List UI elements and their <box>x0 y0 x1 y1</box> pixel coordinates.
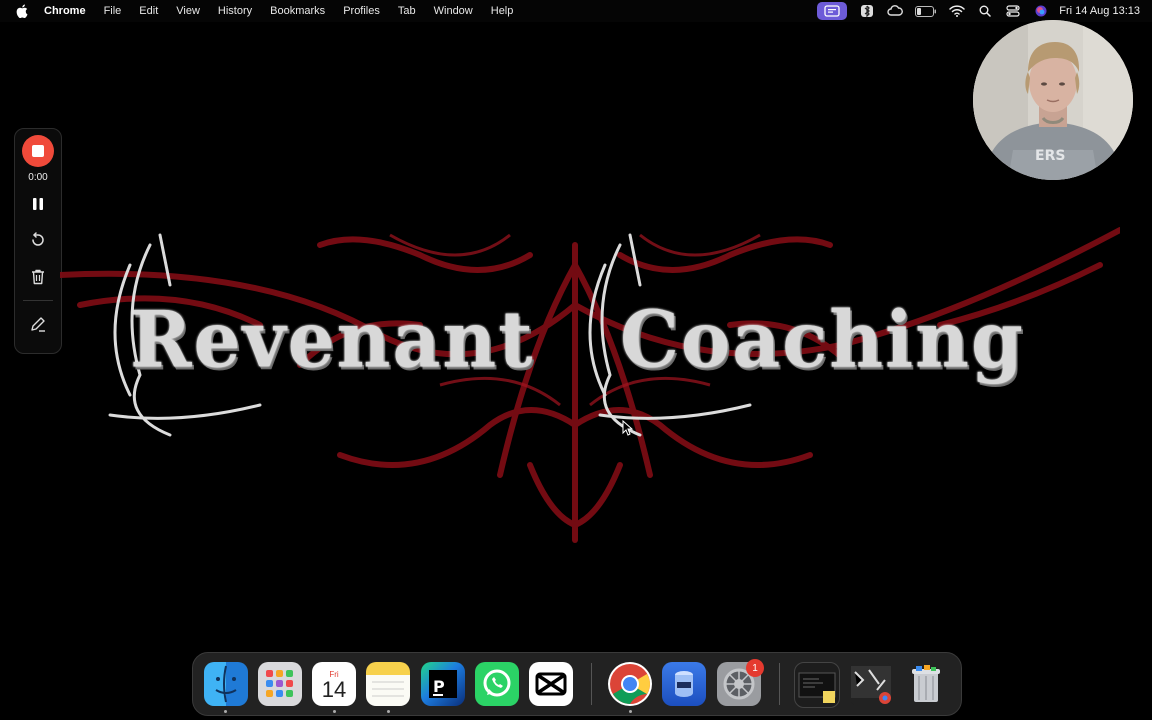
apple-menu-icon[interactable] <box>14 3 30 19</box>
whatsapp-icon[interactable] <box>475 662 519 706</box>
calendar-date: 14 <box>321 677 347 702</box>
menu-edit[interactable]: Edit <box>139 5 158 17</box>
screen-recorder-panel: 0:00 <box>14 128 62 354</box>
control-center-icon[interactable] <box>1005 3 1021 19</box>
logo-word-revenant: Revenant <box>130 294 535 386</box>
battery-icon[interactable] <box>915 3 937 19</box>
finder-running-dot <box>224 710 227 713</box>
menu-help[interactable]: Help <box>491 5 514 17</box>
notes-icon[interactable] <box>366 662 410 706</box>
trash-icon[interactable] <box>28 267 48 287</box>
launchpad-icon[interactable] <box>258 662 302 706</box>
screen-record-icon[interactable] <box>817 2 848 20</box>
capcut-icon[interactable] <box>529 662 573 706</box>
svg-text:ERS: ERS <box>1035 148 1065 164</box>
creative-cloud-icon[interactable] <box>887 3 904 19</box>
calendar-icon[interactable]: Fri 14 <box>312 662 356 706</box>
menu-profiles[interactable]: Profiles <box>343 5 380 17</box>
restart-icon[interactable] <box>28 230 48 250</box>
dock-divider <box>591 663 592 705</box>
recent-window-1-thumbnail[interactable] <box>794 662 840 708</box>
logo-word-coaching: Coaching <box>620 294 1025 386</box>
menu-history[interactable]: History <box>218 5 252 17</box>
pen-icon[interactable] <box>28 314 48 334</box>
webcam-person-image: ERS <box>973 20 1133 180</box>
recent-window-2-thumbnail[interactable] <box>849 662 893 706</box>
dock: Fri 14 P 1 <box>192 652 962 716</box>
bluetooth-icon[interactable] <box>859 3 875 19</box>
menu-bookmarks[interactable]: Bookmarks <box>270 5 325 17</box>
menu-bar: Chrome File Edit View History Bookmarks … <box>0 0 1152 22</box>
siri-icon[interactable] <box>1033 3 1049 19</box>
recording-timer: 0:00 <box>28 172 48 183</box>
dock-divider <box>779 663 780 705</box>
wifi-icon[interactable] <box>949 3 966 19</box>
status-area: Fri 14 Aug 13:13 <box>817 0 1152 22</box>
svg-text:P: P <box>433 677 445 696</box>
menu-view[interactable]: View <box>176 5 200 17</box>
system-settings-icon[interactable]: 1 <box>717 659 764 706</box>
chrome-running-dot <box>629 710 632 713</box>
notification-badge: 1 <box>746 659 764 677</box>
pause-icon[interactable] <box>28 194 48 214</box>
revenant-coaching-logo: Revenant Coaching <box>60 225 1120 545</box>
stop-record-button[interactable] <box>22 135 54 167</box>
notes-running-dot <box>387 710 390 713</box>
spotlight-search-icon[interactable] <box>977 3 993 19</box>
panel-divider <box>23 300 53 301</box>
menu-window[interactable]: Window <box>434 5 473 17</box>
finder-icon[interactable] <box>204 662 248 706</box>
menu-file[interactable]: File <box>104 5 122 17</box>
docker-desktop-icon[interactable] <box>662 662 706 706</box>
menu-tab[interactable]: Tab <box>398 5 416 17</box>
trash-bin-icon[interactable] <box>904 662 948 706</box>
calendar-running-dot <box>333 710 336 713</box>
chrome-icon[interactable] <box>608 662 652 706</box>
pycharm-icon[interactable]: P <box>421 662 465 706</box>
menu-app-name[interactable]: Chrome <box>44 5 86 17</box>
webcam-overlay[interactable]: ERS <box>973 20 1133 180</box>
menubar-clock[interactable]: Fri 14 Aug 13:13 <box>1059 5 1140 17</box>
mouse-cursor-icon <box>622 419 634 441</box>
